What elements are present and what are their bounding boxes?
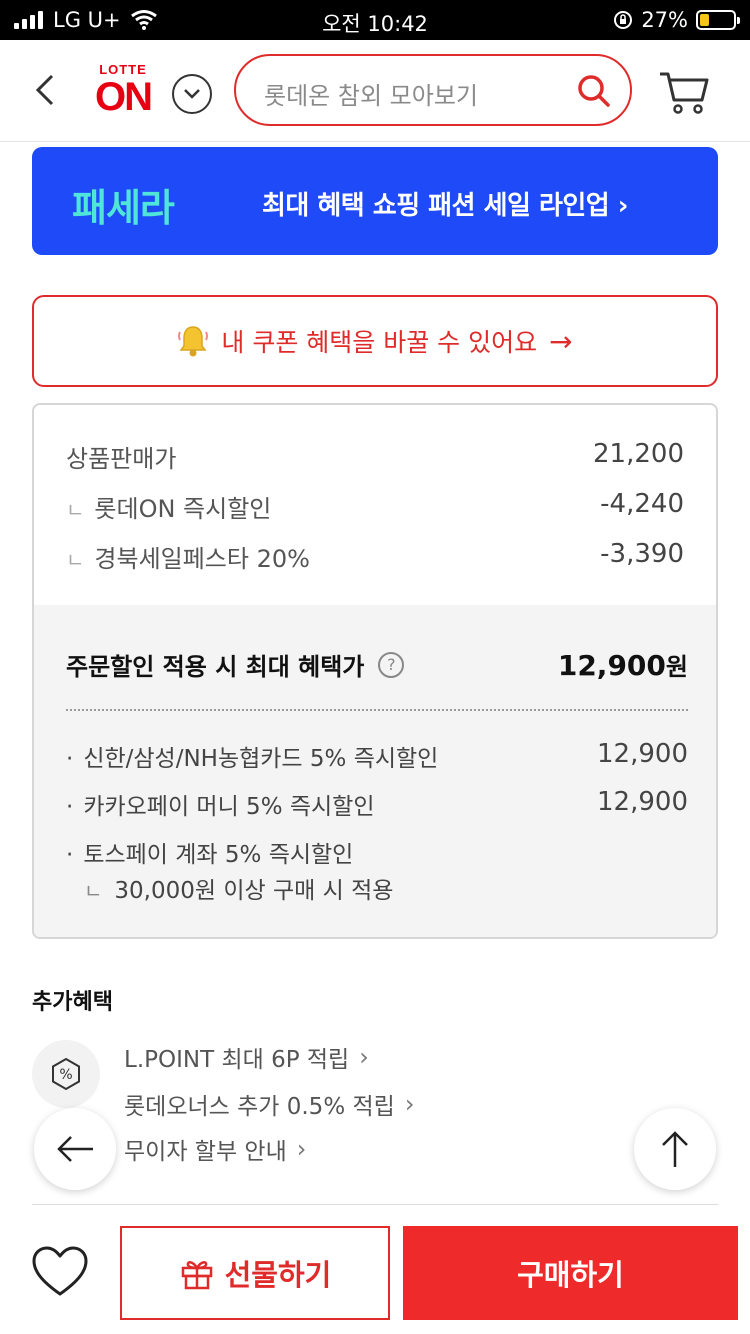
chevron-right-icon: › bbox=[404, 1090, 415, 1118]
best-price-row: 주문할인 적용 시 최대 혜택가 ? 12,900원 bbox=[66, 647, 688, 682]
floating-back-button[interactable] bbox=[34, 1108, 116, 1190]
chevron-right-icon: › bbox=[296, 1135, 307, 1163]
best-price-value-wrap: 12,900원 bbox=[558, 647, 688, 682]
gift-icon bbox=[181, 1261, 212, 1290]
card-label-wrap: · 토스페이 계좌 5% 즉시할인 bbox=[66, 835, 353, 869]
card-discount-row: · 토스페이 계좌 5% 즉시할인 bbox=[66, 835, 688, 869]
bullet: · bbox=[66, 794, 74, 820]
lotte-on-logo[interactable]: LOTTE ON bbox=[90, 62, 156, 122]
best-price-value: 12,900 bbox=[557, 649, 666, 682]
search-placeholder: 롯데온 참외 모아보기 bbox=[264, 82, 478, 110]
extra-benefit-installment[interactable]: 무이자 할부 안내 › bbox=[124, 1132, 306, 1166]
card-label: 신한/삼성/NH농협카드 5% 즉시할인 bbox=[83, 746, 439, 772]
arrow-left-icon bbox=[57, 1136, 93, 1162]
chevron-right-icon: › bbox=[359, 1043, 369, 1071]
battery-fill bbox=[700, 14, 709, 26]
card-discount-row: · 카카오페이 머니 5% 즉시할인 12,900 bbox=[66, 787, 688, 821]
card-label: 토스페이 계좌 5% 즉시할인 bbox=[83, 842, 354, 868]
best-price-label-wrap: 주문할인 적용 시 최대 혜택가 ? bbox=[66, 647, 405, 682]
extra-benefit-label: 무이자 할부 안내 bbox=[124, 1139, 287, 1165]
arrow-right-icon: → bbox=[549, 324, 573, 358]
card-value: 12,900 bbox=[597, 787, 688, 817]
back-arrow-icon[interactable] bbox=[28, 70, 64, 110]
bullet: · bbox=[66, 842, 74, 868]
battery-icon bbox=[696, 10, 740, 30]
extra-benefit-owners[interactable]: 롯데오너스 추가 0.5% 적립 › bbox=[124, 1087, 414, 1121]
best-price-section: 주문할인 적용 시 최대 혜택가 ? 12,900원 · 신한/삼성/NH농협카드… bbox=[34, 605, 716, 937]
percent-icon: % bbox=[32, 1040, 100, 1108]
price-row-label: 상품판매가 bbox=[66, 445, 177, 473]
battery-percent: 27% bbox=[641, 8, 688, 32]
chevron-down-icon[interactable] bbox=[172, 74, 212, 114]
price-breakdown: 상품판매가 21,200 ㄴ 롯데ON 즉시할인 -4,240 ㄴ 경북세일페스타 … bbox=[32, 403, 718, 939]
card-discount-row: · 신한/삼성/NH농협카드 5% 즉시할인 12,900 bbox=[66, 739, 688, 773]
bullet: · bbox=[66, 746, 74, 772]
card-value: 12,900 bbox=[597, 739, 688, 769]
banner-brand: 패세라 bbox=[72, 186, 175, 230]
status-right: 27% bbox=[613, 8, 740, 32]
promo-banner[interactable]: 패세라 최대 혜택 쇼핑 패션 세일 라인업 › bbox=[32, 147, 718, 255]
price-row: ㄴ 경북세일페스타 20% -3,390 bbox=[66, 539, 684, 574]
price-row-value: -4,240 bbox=[600, 489, 684, 519]
price-row-value: -3,390 bbox=[600, 539, 684, 569]
svg-text:%: % bbox=[59, 1067, 72, 1083]
card-label-wrap: · 신한/삼성/NH농협카드 5% 즉시할인 bbox=[66, 739, 438, 773]
sub-mark: ㄴ bbox=[66, 498, 85, 522]
price-row-value: 21,200 bbox=[593, 439, 684, 469]
best-price-label: 주문할인 적용 시 최대 혜택가 bbox=[66, 653, 365, 681]
scroll-top-button[interactable] bbox=[634, 1108, 716, 1190]
coupon-change-button[interactable]: 내 쿠폰 혜택을 바꿀 수 있어요 → bbox=[32, 295, 718, 387]
status-bar: LG U+ 오전 10:42 27% bbox=[0, 0, 750, 40]
card-label: 카카오페이 머니 5% 즉시할인 bbox=[83, 794, 375, 820]
coupon-label: 내 쿠폰 혜택을 바꿀 수 있어요 bbox=[221, 328, 538, 357]
extra-benefit-label: L.POINT 최대 6P 적립 bbox=[124, 1047, 350, 1073]
help-icon[interactable]: ? bbox=[378, 651, 405, 678]
price-row-label: 롯데ON 즉시할인 bbox=[94, 495, 272, 523]
buy-button[interactable]: 구매하기 bbox=[403, 1226, 738, 1320]
logo-on-text: ON bbox=[95, 75, 153, 119]
search-icon[interactable] bbox=[576, 73, 612, 109]
card-label-wrap: · 카카오페이 머니 5% 즉시할인 bbox=[66, 787, 375, 821]
gift-label: 선물하기 bbox=[224, 1258, 332, 1292]
arrow-up-icon bbox=[662, 1131, 688, 1167]
best-price-unit: 원 bbox=[665, 653, 688, 681]
price-row-label: 경북세일페스타 20% bbox=[94, 545, 310, 573]
extra-benefits-title: 추가혜택 bbox=[32, 990, 113, 1015]
price-row-label-wrap: ㄴ 롯데ON 즉시할인 bbox=[66, 489, 271, 524]
extra-benefit-lpoint[interactable]: L.POINT 최대 6P 적립 › bbox=[124, 1040, 369, 1074]
bell-icon bbox=[178, 326, 209, 357]
dotted-divider bbox=[66, 709, 688, 711]
sub-mark: ㄴ bbox=[84, 879, 103, 903]
card-note-text: 30,000원 이상 구매 시 적용 bbox=[114, 878, 394, 904]
search-input[interactable]: 롯데온 참외 모아보기 bbox=[234, 54, 632, 126]
price-row: 상품판매가 21,200 bbox=[66, 439, 684, 474]
header: LOTTE ON 롯데온 참외 모아보기 bbox=[0, 40, 750, 142]
banner-text: 최대 혜택 쇼핑 패션 세일 라인업 › bbox=[262, 191, 629, 221]
buy-label: 구매하기 bbox=[517, 1258, 624, 1292]
price-row: ㄴ 롯데ON 즉시할인 -4,240 bbox=[66, 489, 684, 524]
rotation-lock-icon bbox=[614, 11, 633, 29]
sub-mark: ㄴ bbox=[66, 548, 85, 572]
heart-icon[interactable] bbox=[30, 1244, 90, 1300]
card-note: ㄴ 30,000원 이상 구매 시 적용 bbox=[84, 871, 393, 905]
bottom-divider bbox=[32, 1204, 718, 1205]
extra-benefit-label: 롯데오너스 추가 0.5% 적립 bbox=[124, 1094, 395, 1120]
cart-icon[interactable] bbox=[658, 68, 710, 116]
price-row-label-wrap: ㄴ 경북세일페스타 20% bbox=[66, 539, 310, 574]
gift-button[interactable]: 선물하기 bbox=[120, 1226, 390, 1320]
